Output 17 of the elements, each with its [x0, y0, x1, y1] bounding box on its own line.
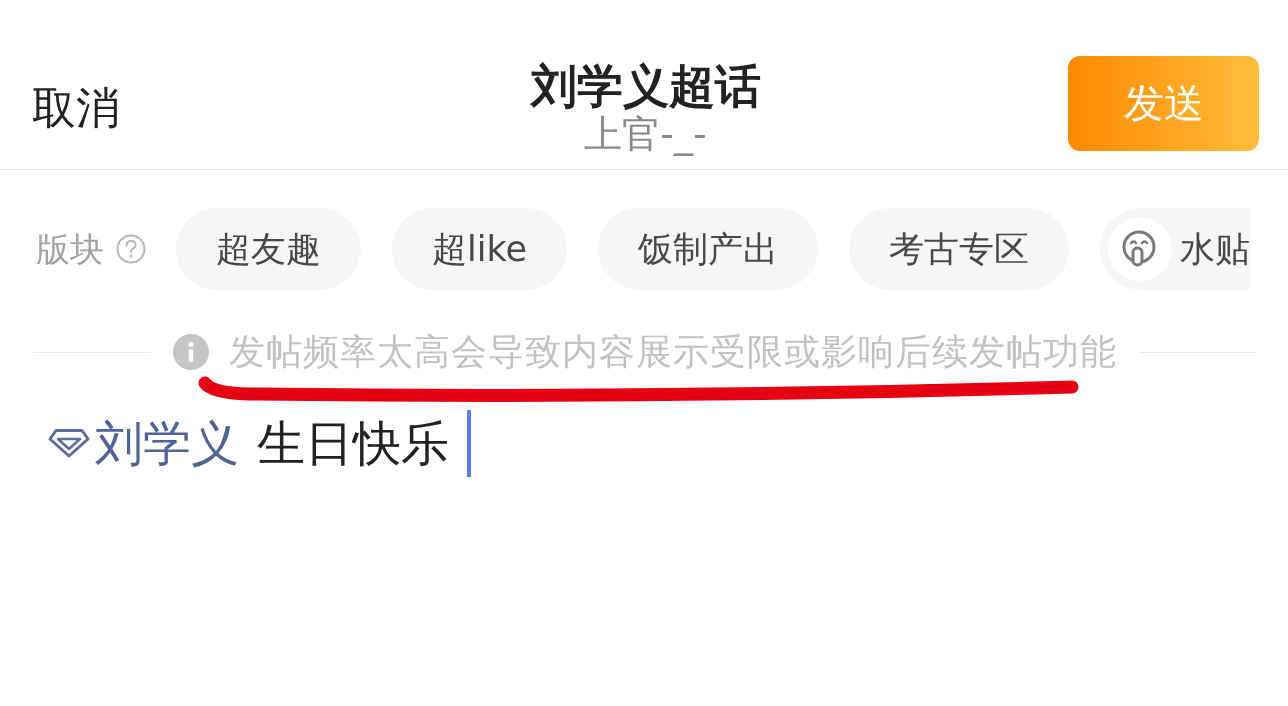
face-icon — [1108, 217, 1172, 281]
cancel-button[interactable]: 取消 — [32, 82, 120, 134]
author-name: 上官-_- — [584, 110, 707, 157]
info-icon — [172, 334, 209, 370]
category-chip[interactable]: 考古专区 — [849, 208, 1069, 290]
topic-link[interactable]: 刘学义 — [48, 409, 239, 477]
category-chip[interactable]: 饭制产出 — [598, 208, 818, 290]
notice-text: 发帖频率太高会导致内容展示受限或影响后续发帖功能 — [228, 332, 1117, 372]
category-chip[interactable]: 超like — [392, 208, 567, 290]
category-chip[interactable]: 超友趣 — [176, 208, 361, 290]
category-chip[interactable]: 水贴 — [1100, 208, 1250, 290]
section-label: 版块 — [36, 229, 104, 269]
post-text-field[interactable]: 刘学义 生日快乐 — [32, 409, 1256, 629]
help-icon — [116, 234, 146, 264]
page-title: 刘学义超话 — [530, 60, 761, 111]
post-text: 生日快乐 — [257, 414, 449, 473]
diamond-icon — [48, 428, 90, 458]
